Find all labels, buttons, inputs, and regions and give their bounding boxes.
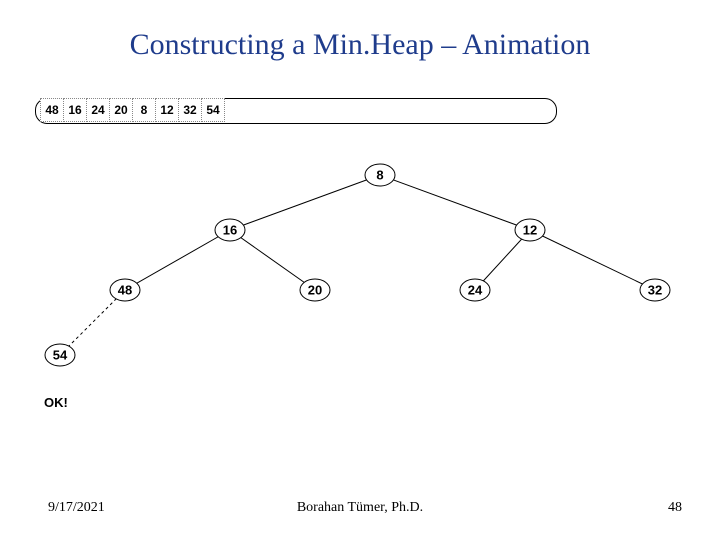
array-cell: 48 <box>40 98 64 122</box>
array-cell: 54 <box>201 98 225 122</box>
tree-node-label: 24 <box>468 283 483 298</box>
tree-node-label: 8 <box>376 168 383 183</box>
array-cell: 24 <box>86 98 110 122</box>
edge <box>530 230 655 290</box>
array-cell: 8 <box>132 98 156 122</box>
array-cell: 32 <box>178 98 202 122</box>
tree-node-label: 20 <box>308 283 322 298</box>
array-cell: 16 <box>63 98 87 122</box>
array-cells: 48 16 24 20 8 12 32 54 <box>40 98 224 122</box>
edge-dashed <box>60 290 125 355</box>
array-cell: 20 <box>109 98 133 122</box>
array-cell: 12 <box>155 98 179 122</box>
heap-tree: 8 16 12 48 20 24 32 54 <box>0 130 720 390</box>
tree-node-label: 54 <box>53 348 68 363</box>
footer-author: Borahan Tümer, Ph.D. <box>0 500 720 516</box>
edge <box>230 175 380 230</box>
slide-title: Constructing a Min.Heap – Animation <box>0 28 720 62</box>
status-ok: OK! <box>44 395 68 410</box>
edge <box>230 230 315 290</box>
tree-node-label: 12 <box>523 223 537 238</box>
footer-page-number: 48 <box>668 500 682 516</box>
edge <box>380 175 530 230</box>
edge <box>125 230 230 290</box>
tree-node-label: 16 <box>223 223 237 238</box>
tree-node-label: 32 <box>648 283 662 298</box>
tree-node-label: 48 <box>118 283 132 298</box>
